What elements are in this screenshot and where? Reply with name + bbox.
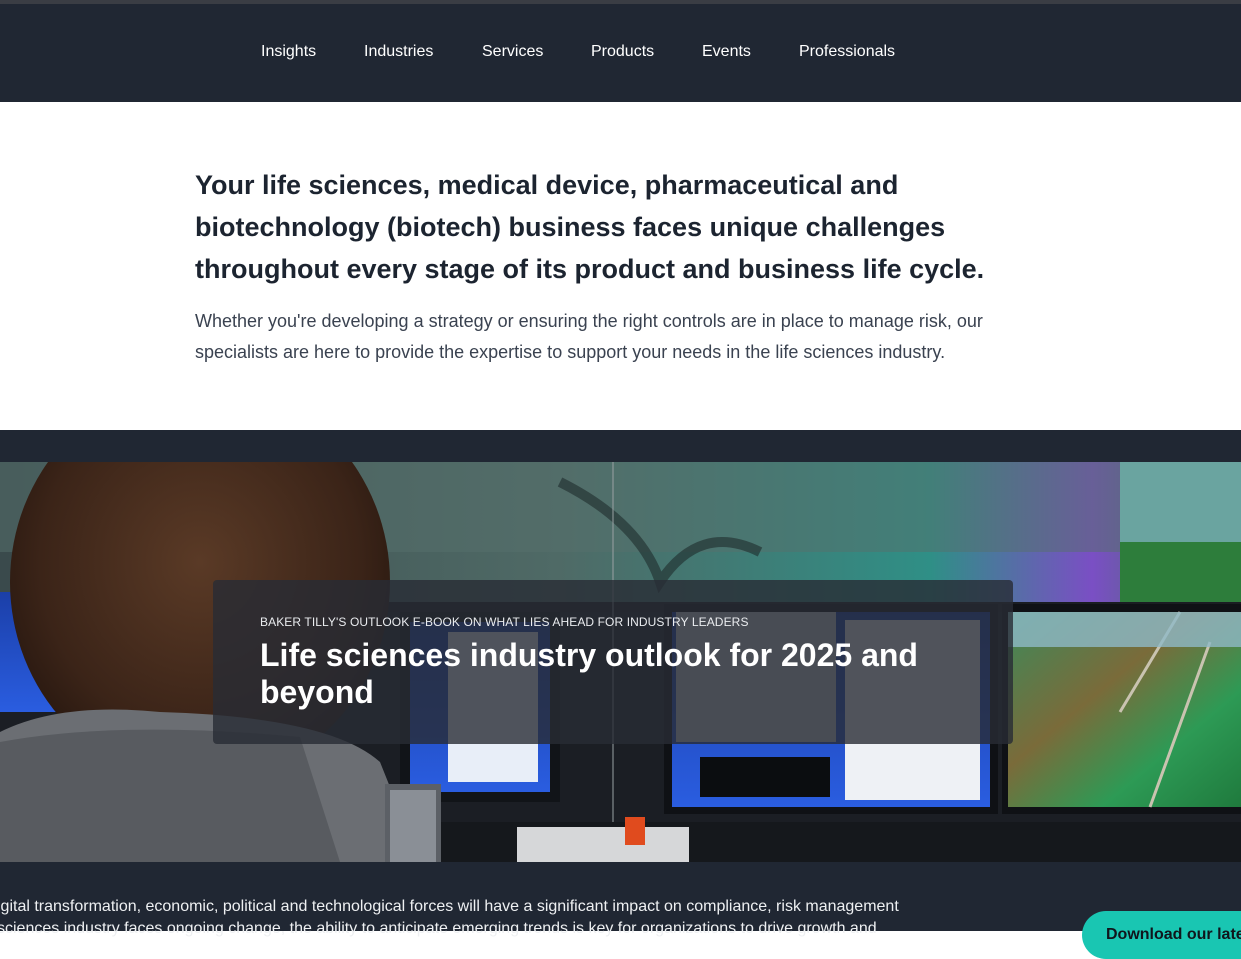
feature-title[interactable]: Life sciences industry outlook for 2025 … [260, 637, 960, 711]
intro-section: Your life sciences, medical device, phar… [0, 102, 1241, 430]
feature-body-line: igital transformation, economic, politic… [0, 898, 899, 915]
nav-item-services[interactable]: Services [482, 43, 543, 61]
feature-card[interactable]: BAKER TILLY'S OUTLOOK E-BOOK ON WHAT LIE… [213, 580, 1013, 744]
nav-item-events[interactable]: Events [702, 43, 751, 61]
nav-item-industries[interactable]: Industries [364, 43, 433, 61]
download-ebook-button[interactable]: Download our latest e-book [1082, 911, 1241, 959]
main-navigation: Insights Industries Services Products Ev… [0, 4, 1241, 102]
intro-paragraph: Whether you're developing a strategy or … [195, 311, 983, 362]
nav-item-professionals[interactable]: Professionals [799, 43, 895, 61]
feature-body-text: igital transformation, economic, politic… [0, 896, 997, 940]
nav-item-insights[interactable]: Insights [261, 43, 316, 61]
nav-item-products[interactable]: Products [591, 43, 654, 61]
page-headline: Your life sciences, medical device, phar… [195, 170, 985, 284]
feature-body-line: sciences industry faces ongoing change, … [0, 920, 877, 937]
feature-eyebrow: BAKER TILLY'S OUTLOOK E-BOOK ON WHAT LIE… [260, 615, 749, 629]
